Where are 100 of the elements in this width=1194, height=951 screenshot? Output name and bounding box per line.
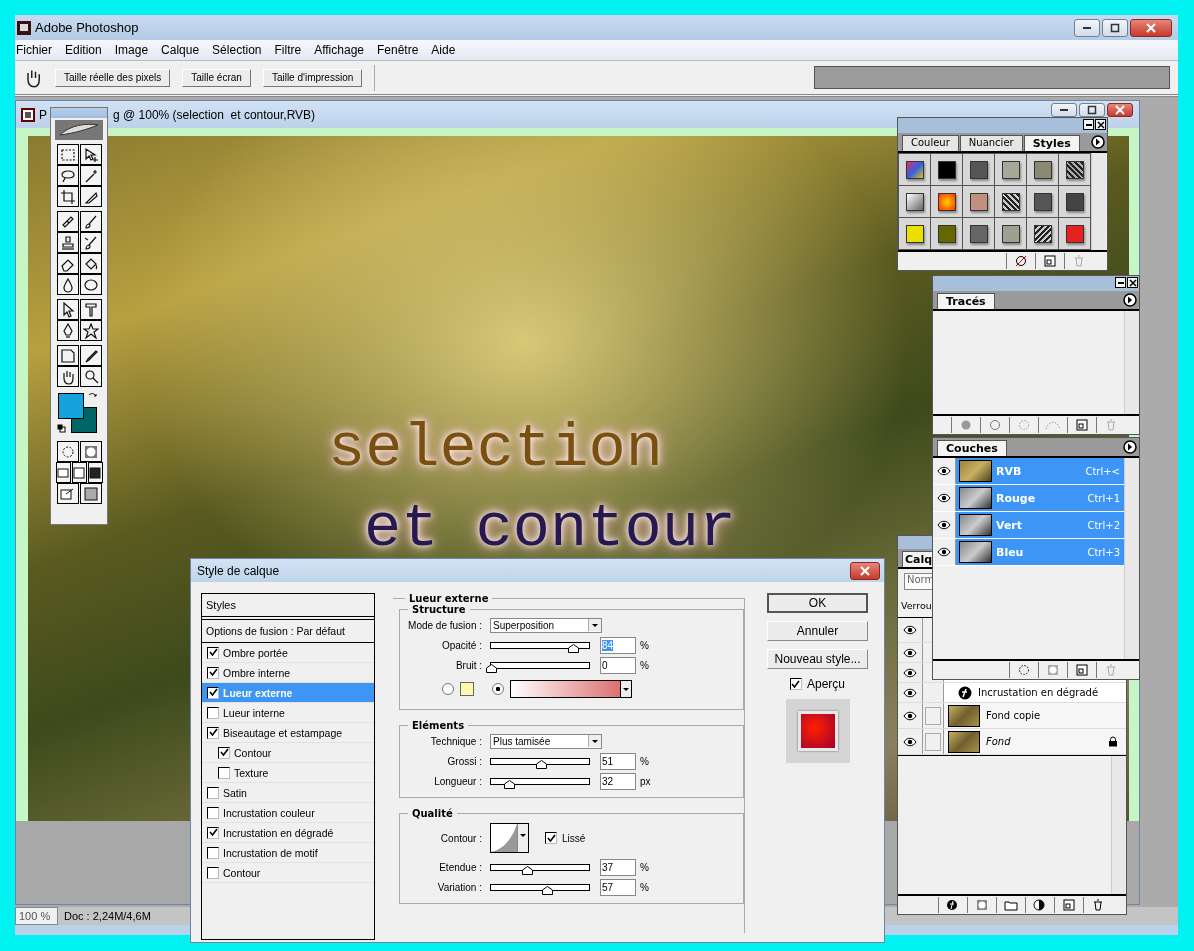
scrollbar[interactable] [1124, 458, 1139, 659]
drop-tool-button[interactable] [56, 274, 79, 295]
eye-icon[interactable] [937, 493, 951, 503]
sponge-tool-button[interactable] [79, 274, 102, 295]
menu-item[interactable]: Affichage [313, 43, 370, 57]
maximize-button[interactable] [1102, 18, 1128, 37]
slider-thumb[interactable] [522, 865, 534, 875]
lasso-tool-button[interactable] [56, 165, 79, 186]
standard-mode-button[interactable] [56, 441, 79, 462]
minimize-button[interactable] [1074, 18, 1100, 37]
maximize-button[interactable] [1079, 103, 1105, 117]
scrollbar[interactable] [1124, 311, 1139, 414]
eye-icon[interactable] [903, 710, 917, 721]
menu-item[interactable]: Image [113, 43, 155, 57]
style-swatch[interactable] [899, 154, 930, 185]
effect-item[interactable]: Incrustation en dégradé [202, 823, 374, 843]
zoom-option-button[interactable]: Taille écran [182, 68, 251, 87]
screen-mode-button[interactable] [71, 462, 87, 483]
layer-name[interactable]: Fond [986, 736, 1011, 747]
checkbox[interactable] [207, 686, 219, 699]
style-swatch[interactable] [899, 218, 930, 249]
menu-item[interactable]: Fichier [15, 43, 58, 57]
menu-item[interactable]: Edition [64, 43, 108, 57]
close-button[interactable] [1130, 18, 1172, 37]
zoom-option-button[interactable]: Taille d'impression [262, 68, 363, 87]
slider-thumb[interactable] [568, 643, 580, 653]
screen-mode-button[interactable] [87, 462, 103, 483]
panel-tab[interactable]: Tracés [937, 293, 995, 309]
preview-checkbox[interactable]: Aperçu [790, 677, 845, 691]
checkbox[interactable] [207, 706, 219, 719]
effect-item[interactable]: Lueur interne [202, 703, 374, 723]
jump-to-button[interactable] [79, 483, 102, 504]
checkbox[interactable] [207, 726, 219, 739]
eyedropper-tool-button[interactable] [79, 345, 102, 366]
eye-icon[interactable] [937, 547, 951, 557]
quick-mask-button[interactable] [79, 441, 102, 462]
minimize-button[interactable] [1083, 119, 1094, 130]
magic-wand-tool-button[interactable] [79, 165, 102, 186]
scrollbar[interactable] [1091, 153, 1106, 250]
zoom-option-button[interactable]: Taille réelle des pixels [55, 68, 171, 87]
default-colors-icon[interactable] [57, 424, 66, 433]
style-swatch[interactable] [931, 186, 962, 217]
panel-tab[interactable]: Nuancier [959, 135, 1023, 151]
radio-button[interactable] [442, 683, 454, 695]
eye-icon[interactable] [903, 736, 917, 747]
panel-tab[interactable]: Styles [1023, 135, 1080, 151]
effect-item[interactable]: Ombre portée [202, 643, 374, 663]
style-swatch[interactable] [1059, 154, 1090, 185]
panel-tab[interactable]: Couleur [902, 135, 959, 151]
jump-to-button[interactable] [56, 483, 79, 504]
screen-mode-button[interactable] [55, 462, 71, 483]
checkbox[interactable] [207, 786, 219, 799]
style-swatch[interactable] [995, 186, 1026, 217]
eye-icon[interactable] [903, 647, 917, 658]
eye-icon[interactable] [937, 466, 951, 476]
menu-item[interactable]: Sélection [211, 43, 268, 57]
list-header[interactable]: Styles [202, 594, 374, 620]
layer-name[interactable]: Fond copie [986, 710, 1041, 721]
minimize-button[interactable] [1115, 277, 1126, 288]
style-swatch[interactable] [995, 218, 1026, 249]
checkbox[interactable] [218, 746, 230, 759]
zoom-field[interactable]: 100 % [15, 907, 58, 925]
number-field[interactable]: 57 [600, 878, 636, 896]
number-field[interactable]: 37 [600, 858, 636, 876]
menu-item[interactable]: Aide [430, 43, 462, 57]
effect-item[interactable]: Contour [202, 863, 374, 883]
radio-button[interactable] [492, 683, 504, 695]
panel-menu-icon[interactable] [1091, 135, 1105, 149]
checkbox[interactable] [218, 766, 230, 779]
contour-picker[interactable] [490, 823, 529, 853]
paint-bucket-tool-button[interactable] [79, 253, 102, 274]
style-swatch[interactable] [1059, 218, 1090, 249]
close-button[interactable] [1095, 119, 1106, 130]
effect-item[interactable]: Texture [202, 763, 374, 783]
feather-logo[interactable] [55, 120, 103, 140]
dialog-button[interactable]: Annuler [767, 621, 868, 641]
number-field[interactable]: 51 [600, 752, 636, 770]
effect-item[interactable]: Biseautage et estampage [202, 723, 374, 743]
bandage-tool-button[interactable] [56, 211, 79, 232]
knife-tool-button[interactable] [79, 186, 102, 207]
slider-thumb[interactable] [503, 779, 515, 789]
color-swatch[interactable] [460, 682, 474, 696]
effect-item[interactable]: Incrustation de motif [202, 843, 374, 863]
star-shape-tool-button[interactable] [79, 320, 102, 341]
eye-icon[interactable] [937, 520, 951, 530]
style-swatch[interactable] [1027, 218, 1058, 249]
checkbox[interactable] [207, 806, 219, 819]
stamp-tool-button[interactable] [56, 232, 79, 253]
pen-tool-button[interactable] [56, 320, 79, 341]
crop-tool-button[interactable] [56, 186, 79, 207]
panel-tab[interactable]: Couches [937, 440, 1007, 456]
dialog-button[interactable]: OK [767, 593, 868, 613]
style-swatch[interactable] [899, 186, 930, 217]
move-arrow-tool-button[interactable] [79, 144, 102, 165]
checkbox[interactable] [207, 826, 219, 839]
checkbox[interactable] [207, 646, 219, 659]
menu-item[interactable]: Filtre [273, 43, 308, 57]
number-field[interactable]: 32 [600, 772, 636, 790]
magnifier-tool-button[interactable] [79, 366, 102, 387]
close-button[interactable] [1107, 103, 1133, 117]
